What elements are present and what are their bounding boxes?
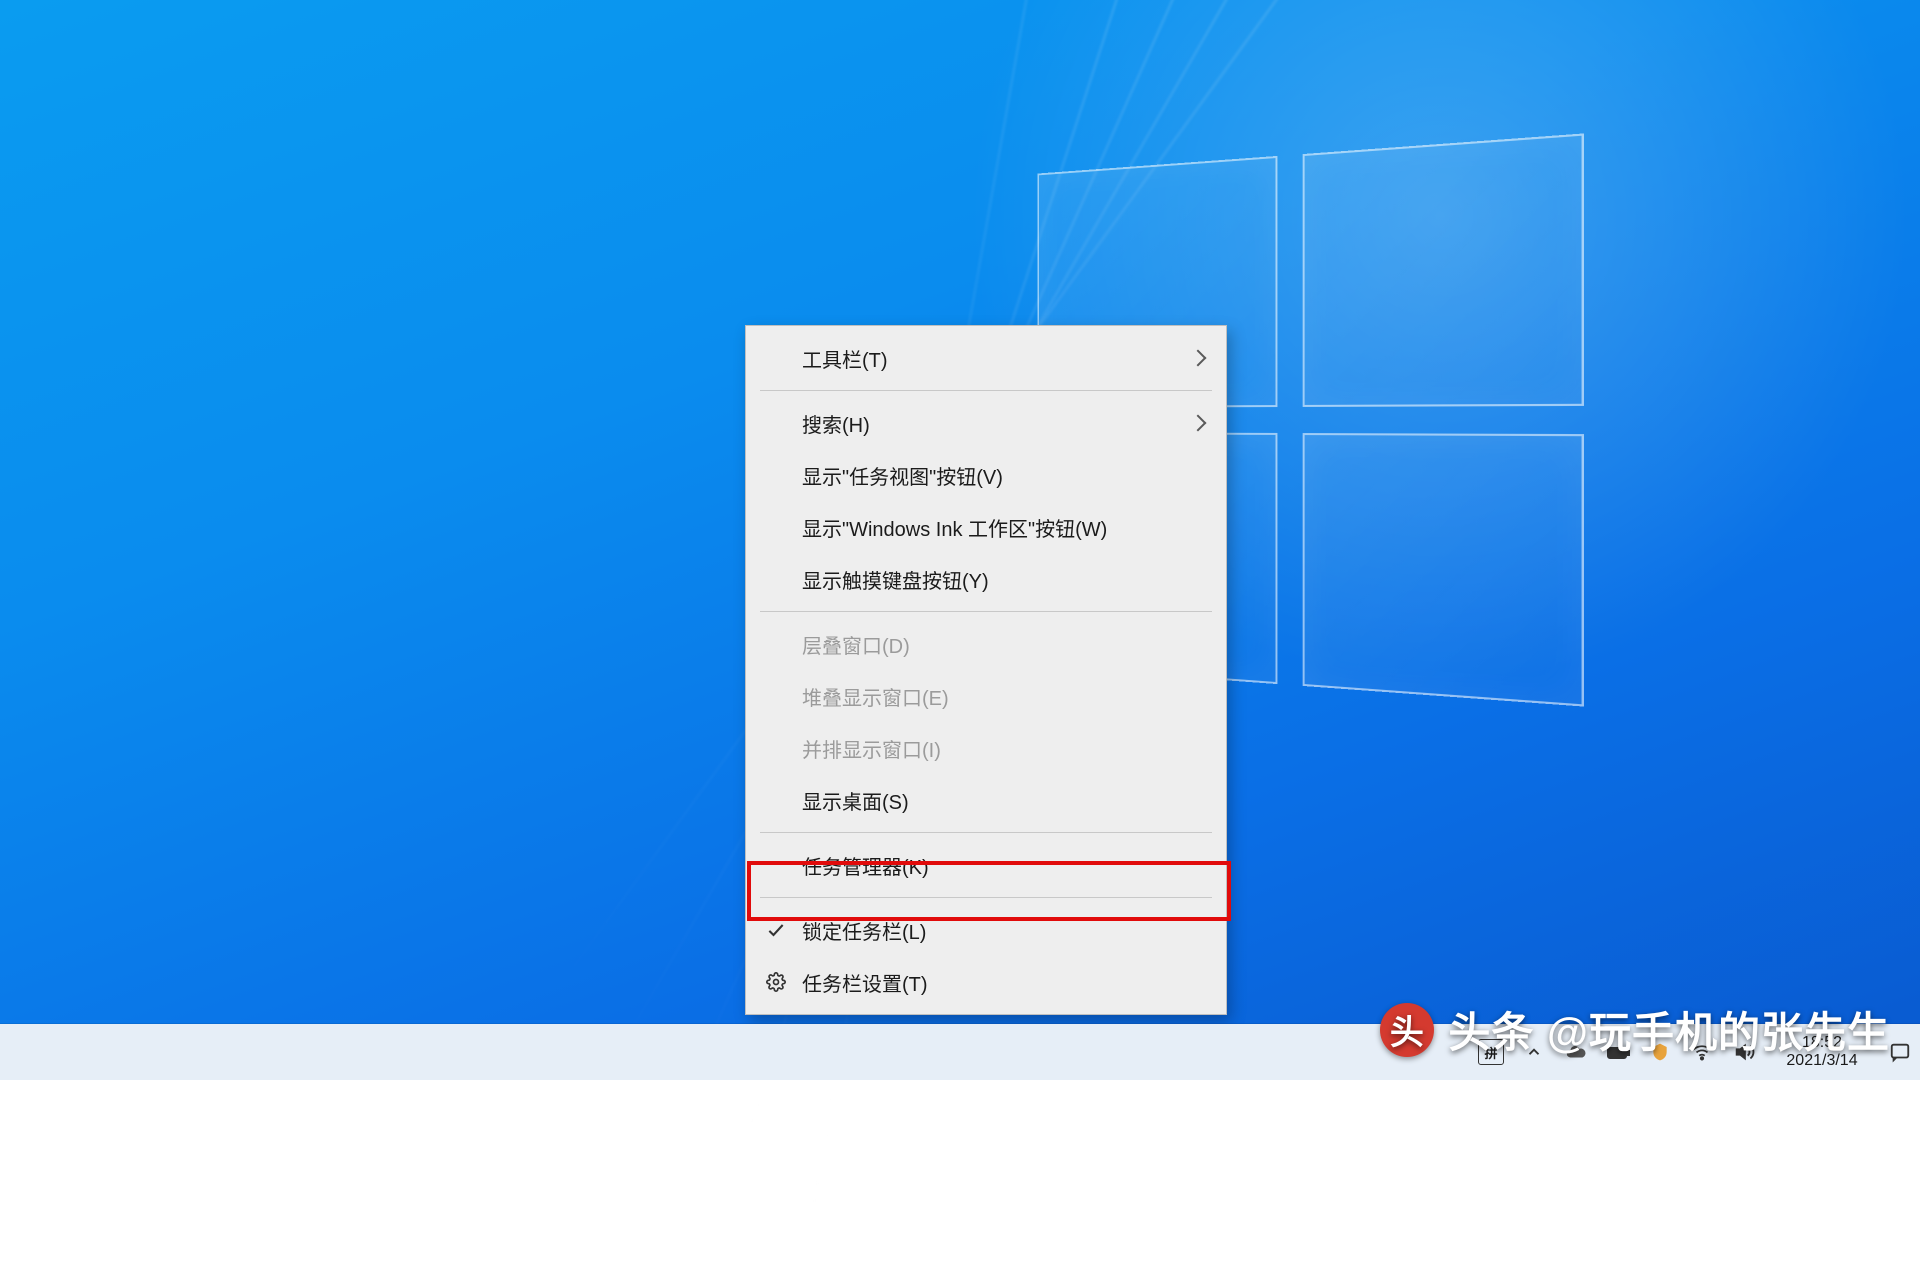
menu-item-label: 显示"Windows Ink 工作区"按钮(W) bbox=[802, 513, 1107, 542]
menu-item-label: 层叠窗口(D) bbox=[802, 630, 910, 659]
onedrive-icon[interactable] bbox=[1564, 1040, 1588, 1064]
menu-item-lock-taskbar[interactable]: 锁定任务栏(L) bbox=[746, 904, 1226, 956]
menu-item-show-touch-keyboard[interactable]: 显示触摸键盘按钮(Y) bbox=[746, 553, 1226, 605]
chevron-right-icon bbox=[1190, 350, 1207, 367]
menu-item-taskbar-settings[interactable]: 任务栏设置(T) bbox=[746, 956, 1226, 1008]
gear-icon bbox=[766, 972, 786, 992]
menu-item-show-ink-workspace[interactable]: 显示"Windows Ink 工作区"按钮(W) bbox=[746, 501, 1226, 553]
menu-separator bbox=[760, 897, 1212, 898]
menu-item-show-task-view[interactable]: 显示"任务视图"按钮(V) bbox=[746, 449, 1226, 501]
menu-item-label: 锁定任务栏(L) bbox=[802, 916, 926, 945]
menu-item-show-desktop[interactable]: 显示桌面(S) bbox=[746, 774, 1226, 826]
menu-separator bbox=[760, 611, 1212, 612]
menu-item-label: 并排显示窗口(I) bbox=[802, 734, 941, 763]
menu-separator bbox=[760, 832, 1212, 833]
menu-item-label: 工具栏(T) bbox=[802, 344, 888, 373]
menu-item-search[interactable]: 搜索(H) bbox=[746, 397, 1226, 449]
clock-time: 18:52 bbox=[1774, 1034, 1870, 1052]
system-tray: 拼 18:52 2021/3/14 bbox=[1478, 1024, 1912, 1080]
menu-item-label: 堆叠显示窗口(E) bbox=[802, 682, 949, 711]
chevron-right-icon bbox=[1190, 415, 1207, 432]
security-icon[interactable] bbox=[1648, 1040, 1672, 1064]
action-center-icon[interactable] bbox=[1888, 1040, 1912, 1064]
menu-item-label: 显示触摸键盘按钮(Y) bbox=[802, 565, 989, 594]
taskbar-clock[interactable]: 18:52 2021/3/14 bbox=[1774, 1034, 1870, 1071]
menu-item-label: 任务栏设置(T) bbox=[802, 968, 928, 997]
menu-item-label: 显示"任务视图"按钮(V) bbox=[802, 461, 1003, 490]
wifi-icon[interactable] bbox=[1690, 1040, 1714, 1064]
menu-item-stack-windows: 堆叠显示窗口(E) bbox=[746, 670, 1226, 722]
tray-overflow-icon[interactable] bbox=[1522, 1040, 1546, 1064]
ime-icon[interactable]: 拼 bbox=[1478, 1039, 1504, 1065]
taskbar-context-menu: 工具栏(T) 搜索(H) 显示"任务视图"按钮(V) 显示"Windows In… bbox=[745, 325, 1227, 1015]
check-icon bbox=[766, 920, 786, 940]
menu-item-label: 显示桌面(S) bbox=[802, 786, 909, 815]
clock-date: 2021/3/14 bbox=[1774, 1052, 1870, 1070]
menu-separator bbox=[760, 390, 1212, 391]
menu-item-task-manager[interactable]: 任务管理器(K) bbox=[746, 839, 1226, 891]
menu-item-side-by-side: 并排显示窗口(I) bbox=[746, 722, 1226, 774]
menu-item-cascade-windows: 层叠窗口(D) bbox=[746, 618, 1226, 670]
menu-item-label: 任务管理器(K) bbox=[802, 851, 929, 880]
taskbar[interactable]: 拼 18:52 2021/3/14 bbox=[0, 1024, 1920, 1080]
battery-icon[interactable] bbox=[1606, 1040, 1630, 1064]
menu-item-label: 搜索(H) bbox=[802, 409, 870, 438]
volume-icon[interactable] bbox=[1732, 1040, 1756, 1064]
menu-item-toolbars[interactable]: 工具栏(T) bbox=[746, 332, 1226, 384]
